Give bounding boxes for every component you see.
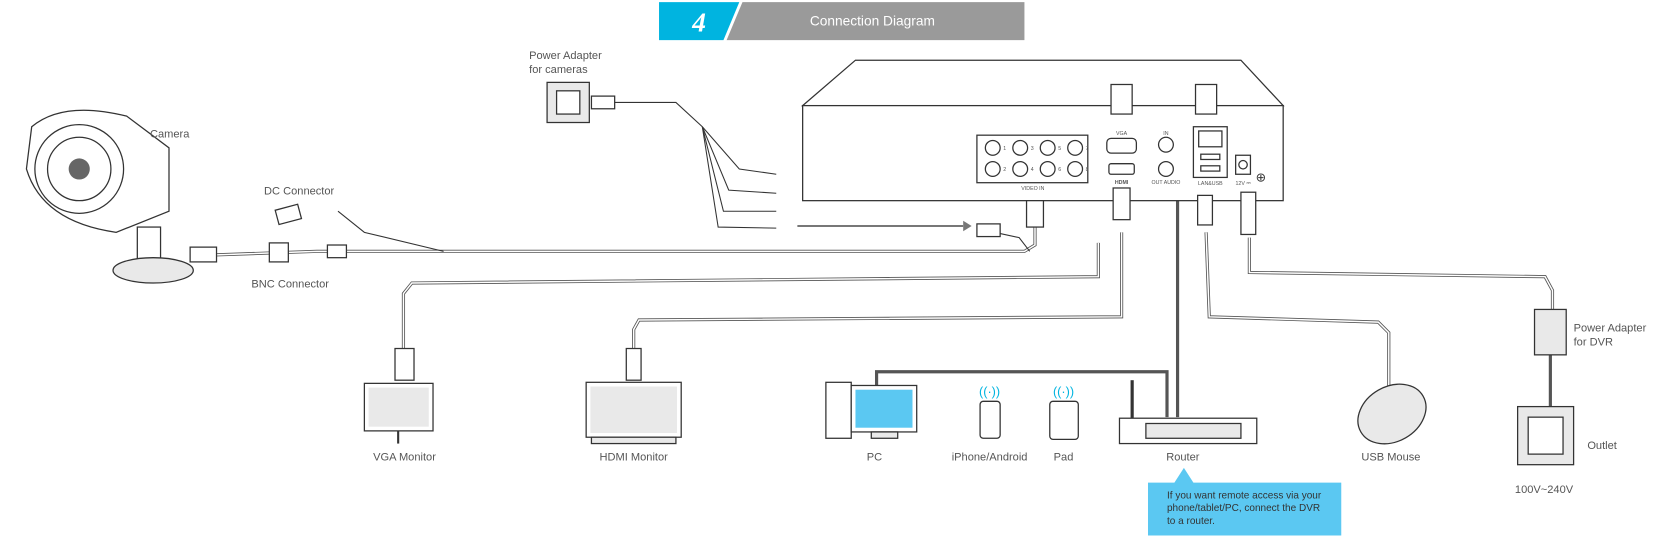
bnc-connector-label: BNC Connector: [251, 278, 329, 290]
video-in-port: [984, 139, 1001, 156]
dvr-power-adapter: [1533, 308, 1567, 356]
channel-number: 2: [1003, 167, 1006, 173]
wifi-icon: ((·)): [1053, 385, 1074, 399]
video-in-port: [1012, 160, 1029, 178]
video-in-port: [1067, 139, 1084, 156]
outlet-label: Outlet: [1587, 440, 1617, 452]
section-title: Connection Diagram: [810, 13, 935, 28]
router: [1118, 380, 1258, 445]
lan-port: [1198, 130, 1223, 148]
pad: ((·)): [1049, 385, 1079, 440]
vga-port: [1106, 137, 1138, 154]
audio-out-label: OUT AUDIO: [1152, 180, 1181, 186]
audio-in-port: [1157, 136, 1174, 153]
callout-line-2: phone/tablet/PC, connect the DVR: [1167, 503, 1320, 514]
camera-adapter-label-2: for cameras: [529, 64, 588, 76]
hdmi-monitor-label: HDMI Monitor: [600, 451, 669, 463]
usb-mouse-label: USB Mouse: [1361, 451, 1420, 463]
camera-adapter-label-1: Power Adapter: [529, 50, 602, 62]
svg-text:⊕: ⊕: [1256, 171, 1267, 185]
video-in-label: VIDEO IN: [1021, 186, 1044, 192]
phone: ((·)): [979, 385, 1001, 439]
usb-mouse: [1357, 383, 1427, 445]
channel-number: 8: [1086, 167, 1089, 173]
callout-line-3: to a router.: [1167, 516, 1215, 527]
channel-number: 5: [1058, 146, 1061, 152]
pc-label: PC: [867, 451, 882, 463]
pad-label: Pad: [1054, 451, 1074, 463]
hdmi-port-label: HDMI: [1115, 180, 1129, 186]
connection-diagram: 4 Connection Diagram Camera DC Connector…: [25, 2, 1647, 536]
video-in-port: [1067, 160, 1084, 178]
usb-port: [1200, 165, 1221, 172]
hdmi-monitor: [585, 347, 682, 445]
dvr-adapter-label-1: Power Adapter: [1574, 323, 1647, 335]
channel-number: 7: [1086, 146, 1089, 152]
bnc-connector: [268, 242, 289, 263]
phone-label: iPhone/Android: [952, 451, 1028, 463]
vga-port-label: VGA: [1116, 131, 1128, 137]
dvr: 12345678 VIDEO IN VGA HDMI IN OUT AUDIO …: [800, 59, 1285, 236]
channel-number: 4: [1031, 167, 1034, 173]
video-in-port: [1039, 139, 1056, 156]
dc-connector: [274, 203, 303, 226]
camera-label: Camera: [150, 128, 190, 140]
dvr-adapter-label-2: for DVR: [1574, 336, 1613, 348]
channel-number: 6: [1058, 167, 1061, 173]
video-in-port: [1039, 160, 1056, 178]
hdmi-port: [1108, 163, 1135, 175]
voltage-label: 100V~240V: [1515, 484, 1574, 496]
channel-number: 1: [1003, 146, 1006, 152]
usb-port: [1200, 153, 1221, 161]
video-in-port: [984, 160, 1001, 178]
wall-outlet: [1516, 405, 1575, 466]
power-port-label: 12V ⎓: [1236, 181, 1252, 187]
video-in-port: [1012, 139, 1029, 156]
router-label: Router: [1166, 451, 1200, 463]
camera-power-outlet: [546, 81, 616, 124]
channel-number: 3: [1031, 146, 1034, 152]
pc: [825, 381, 918, 439]
section-header: 4 Connection Diagram: [659, 2, 1025, 41]
audio-out-port: [1157, 160, 1174, 178]
audio-in-label: IN: [1163, 131, 1168, 137]
vga-monitor-label: VGA Monitor: [373, 451, 436, 463]
lan-usb-label: LAN&USB: [1198, 181, 1223, 187]
router-callout: If you want remote access via your phone…: [1147, 467, 1342, 536]
callout-line-1: If you want remote access via your: [1167, 490, 1322, 501]
step-number: 4: [691, 8, 706, 38]
dc-connector-label: DC Connector: [264, 185, 335, 197]
vga-monitor: [363, 347, 434, 444]
wifi-icon: ((·)): [979, 385, 1000, 399]
